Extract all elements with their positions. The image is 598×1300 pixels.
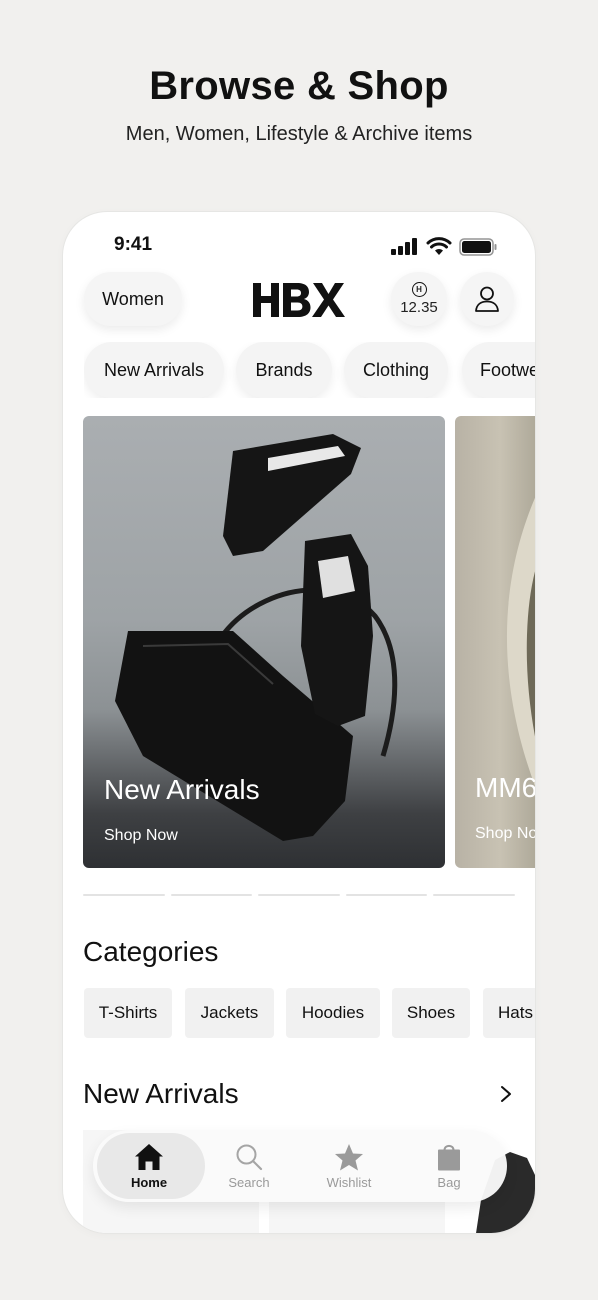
bag-icon: [438, 1144, 460, 1170]
user-icon: [475, 286, 499, 312]
hero-banner-new-arrivals[interactable]: New Arrivals Shop Now: [83, 416, 445, 868]
status-time: 9:41: [114, 234, 153, 255]
category-chip-hoodies[interactable]: Hoodies: [286, 988, 380, 1038]
tab-label: Search: [228, 1174, 270, 1190]
carousel-indicators: [83, 894, 515, 897]
category-chip-jackets[interactable]: Jackets: [185, 988, 274, 1038]
categories-heading: Categories: [83, 936, 219, 967]
banner-title: New Arrivals: [104, 774, 260, 805]
tab-search[interactable]: Search: [199, 1130, 299, 1202]
banner-title: MM6: [475, 772, 535, 803]
category-nav: New Arrivals Brands Clothing Footwe: [84, 342, 535, 398]
points-balance[interactable]: H 12.35: [391, 272, 447, 326]
account-button[interactable]: [460, 272, 514, 326]
nav-chip-brands[interactable]: Brands: [236, 342, 332, 398]
hbx-logo: [253, 283, 345, 317]
tab-wishlist[interactable]: Wishlist: [299, 1130, 399, 1202]
carousel-indicator[interactable]: [83, 894, 165, 896]
tab-bag[interactable]: Bag: [399, 1130, 499, 1202]
carousel-indicator[interactable]: [345, 894, 428, 896]
carousel-indicator[interactable]: [258, 894, 340, 896]
home-icon: [135, 1143, 163, 1170]
chevron-right-icon[interactable]: [499, 1084, 513, 1104]
points-value: 12.35: [400, 299, 438, 316]
cellular-signal-icon: [391, 238, 417, 255]
gender-selector[interactable]: Women: [84, 272, 182, 326]
phone-screen: 9:41 Women H 12.35 New Arrivals Brands C…: [63, 212, 535, 1233]
category-chip-hats[interactable]: Hats: [483, 988, 535, 1038]
carousel-indicator[interactable]: [433, 894, 515, 896]
carousel-indicator[interactable]: [170, 894, 253, 896]
categories-row: T-Shirts Jackets Hoodies Shoes Hats: [84, 988, 535, 1038]
battery-icon: [459, 237, 497, 256]
status-icons: [391, 237, 497, 256]
tab-home[interactable]: Home: [99, 1130, 199, 1202]
bottom-tab-bar: Home Search Wishlist Bag: [93, 1130, 507, 1202]
promo-title: Browse & Shop: [149, 64, 449, 108]
nav-chip-footwear[interactable]: Footwe: [462, 342, 535, 398]
new-arrivals-heading: New Arrivals: [83, 1078, 239, 1109]
hero-banner-mm6[interactable]: MM6 Shop Now: [455, 416, 535, 868]
banner-shop-now-link[interactable]: Shop Now: [475, 825, 535, 843]
category-chip-shoes[interactable]: Shoes: [392, 988, 470, 1038]
nav-chip-new-arrivals[interactable]: New Arrivals: [84, 342, 224, 398]
category-chip-tshirts[interactable]: T-Shirts: [84, 988, 172, 1038]
status-bar: 9:41: [63, 234, 535, 258]
tab-label: Wishlist: [326, 1174, 372, 1190]
banner-shop-now-link[interactable]: Shop Now: [104, 827, 178, 845]
tab-label: Home: [130, 1174, 168, 1190]
star-icon: [335, 1143, 363, 1170]
wifi-icon: [426, 237, 452, 255]
tab-label: Bag: [437, 1174, 461, 1190]
nav-chip-clothing[interactable]: Clothing: [344, 342, 448, 398]
promo-subtitle: Men, Women, Lifestyle & Archive items: [125, 123, 473, 145]
search-icon: [236, 1144, 263, 1170]
points-coin-icon: H: [411, 282, 427, 297]
